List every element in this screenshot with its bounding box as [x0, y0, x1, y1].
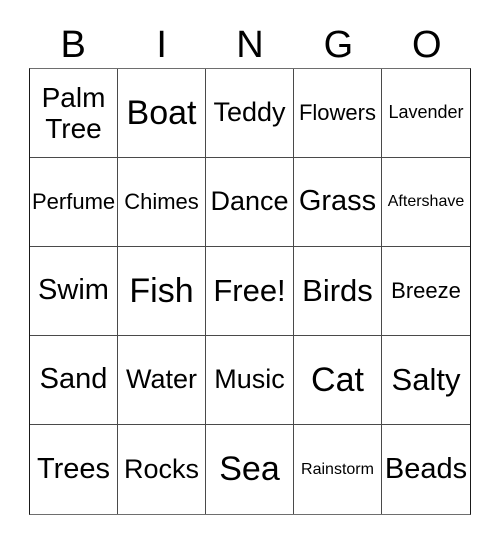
- bingo-cell-label: Grass: [298, 185, 377, 218]
- bingo-cell-label: Boat: [126, 93, 197, 132]
- bingo-cell[interactable]: Water: [118, 336, 206, 425]
- bingo-cell[interactable]: Perfume: [30, 158, 118, 247]
- bingo-cell[interactable]: Boat: [118, 69, 206, 158]
- bingo-cell[interactable]: Trees: [30, 425, 118, 514]
- bingo-cell-label: Breeze: [391, 278, 461, 304]
- bingo-cell-label: Dance: [210, 186, 289, 217]
- bingo-cell[interactable]: Sea: [206, 425, 294, 514]
- bingo-cell[interactable]: Birds: [294, 247, 382, 336]
- bingo-cell[interactable]: Grass: [294, 158, 382, 247]
- bingo-cell-label: Rainstorm: [301, 460, 374, 478]
- bingo-cell-label: Rocks: [123, 453, 199, 484]
- bingo-cell-label: Flowers: [298, 100, 376, 126]
- header-letter-n: N: [236, 24, 264, 66]
- bingo-cell[interactable]: Rainstorm: [294, 425, 382, 514]
- bingo-cell-label: Palm Tree: [41, 81, 106, 144]
- bingo-grid: Palm Tree Boat Teddy Flowers Lavender Pe…: [29, 68, 471, 515]
- header-letter-o: O: [412, 24, 442, 66]
- bingo-cell-label: Salty: [391, 362, 461, 398]
- bingo-cell-label: Cat: [311, 360, 364, 399]
- header-letter-g: G: [323, 24, 354, 66]
- bingo-cell-label: Sea: [219, 450, 280, 489]
- bingo-cell-label: Trees: [36, 452, 111, 485]
- bingo-cell[interactable]: Breeze: [382, 247, 470, 336]
- header-letter-b: B: [60, 24, 86, 66]
- bingo-cell-label: Fish: [129, 271, 194, 310]
- bingo-cell-label: Water: [125, 364, 197, 395]
- bingo-cell[interactable]: Flowers: [294, 69, 382, 158]
- bingo-cell[interactable]: Music: [206, 336, 294, 425]
- bingo-card: B I N G O Palm Tree Boat Teddy Flowers L…: [0, 0, 500, 544]
- header-letter-i: I: [156, 24, 167, 66]
- bingo-cell[interactable]: Aftershave: [382, 158, 470, 247]
- bingo-cell[interactable]: Salty: [382, 336, 470, 425]
- bingo-cell[interactable]: Palm Tree: [30, 69, 118, 158]
- bingo-cell[interactable]: Teddy: [206, 69, 294, 158]
- bingo-cell-label: Lavender: [388, 102, 464, 123]
- bingo-cell-free-space[interactable]: Free!: [206, 247, 294, 336]
- bingo-cell-label: Teddy: [213, 97, 286, 128]
- bingo-cell[interactable]: Fish: [118, 247, 206, 336]
- bingo-cell-label: Sand: [39, 363, 108, 396]
- bingo-cell[interactable]: Lavender: [382, 69, 470, 158]
- bingo-cell[interactable]: Cat: [294, 336, 382, 425]
- bingo-header-row: B I N G O: [29, 22, 471, 68]
- bingo-cell-label: Chimes: [124, 189, 199, 215]
- bingo-cell[interactable]: Rocks: [118, 425, 206, 514]
- bingo-cell[interactable]: Swim: [30, 247, 118, 336]
- bingo-cell[interactable]: Sand: [30, 336, 118, 425]
- bingo-cell[interactable]: Chimes: [118, 158, 206, 247]
- bingo-free-space-label: Free!: [213, 273, 286, 309]
- bingo-cell-label: Perfume: [32, 189, 116, 215]
- bingo-cell[interactable]: Dance: [206, 158, 294, 247]
- bingo-cell-label: Aftershave: [387, 193, 465, 211]
- bingo-cell-label: Birds: [302, 273, 373, 309]
- bingo-cell-label: Beads: [384, 452, 468, 485]
- bingo-cell-label: Music: [214, 364, 285, 395]
- bingo-cell-label: Swim: [38, 274, 109, 307]
- bingo-cell[interactable]: Beads: [382, 425, 470, 514]
